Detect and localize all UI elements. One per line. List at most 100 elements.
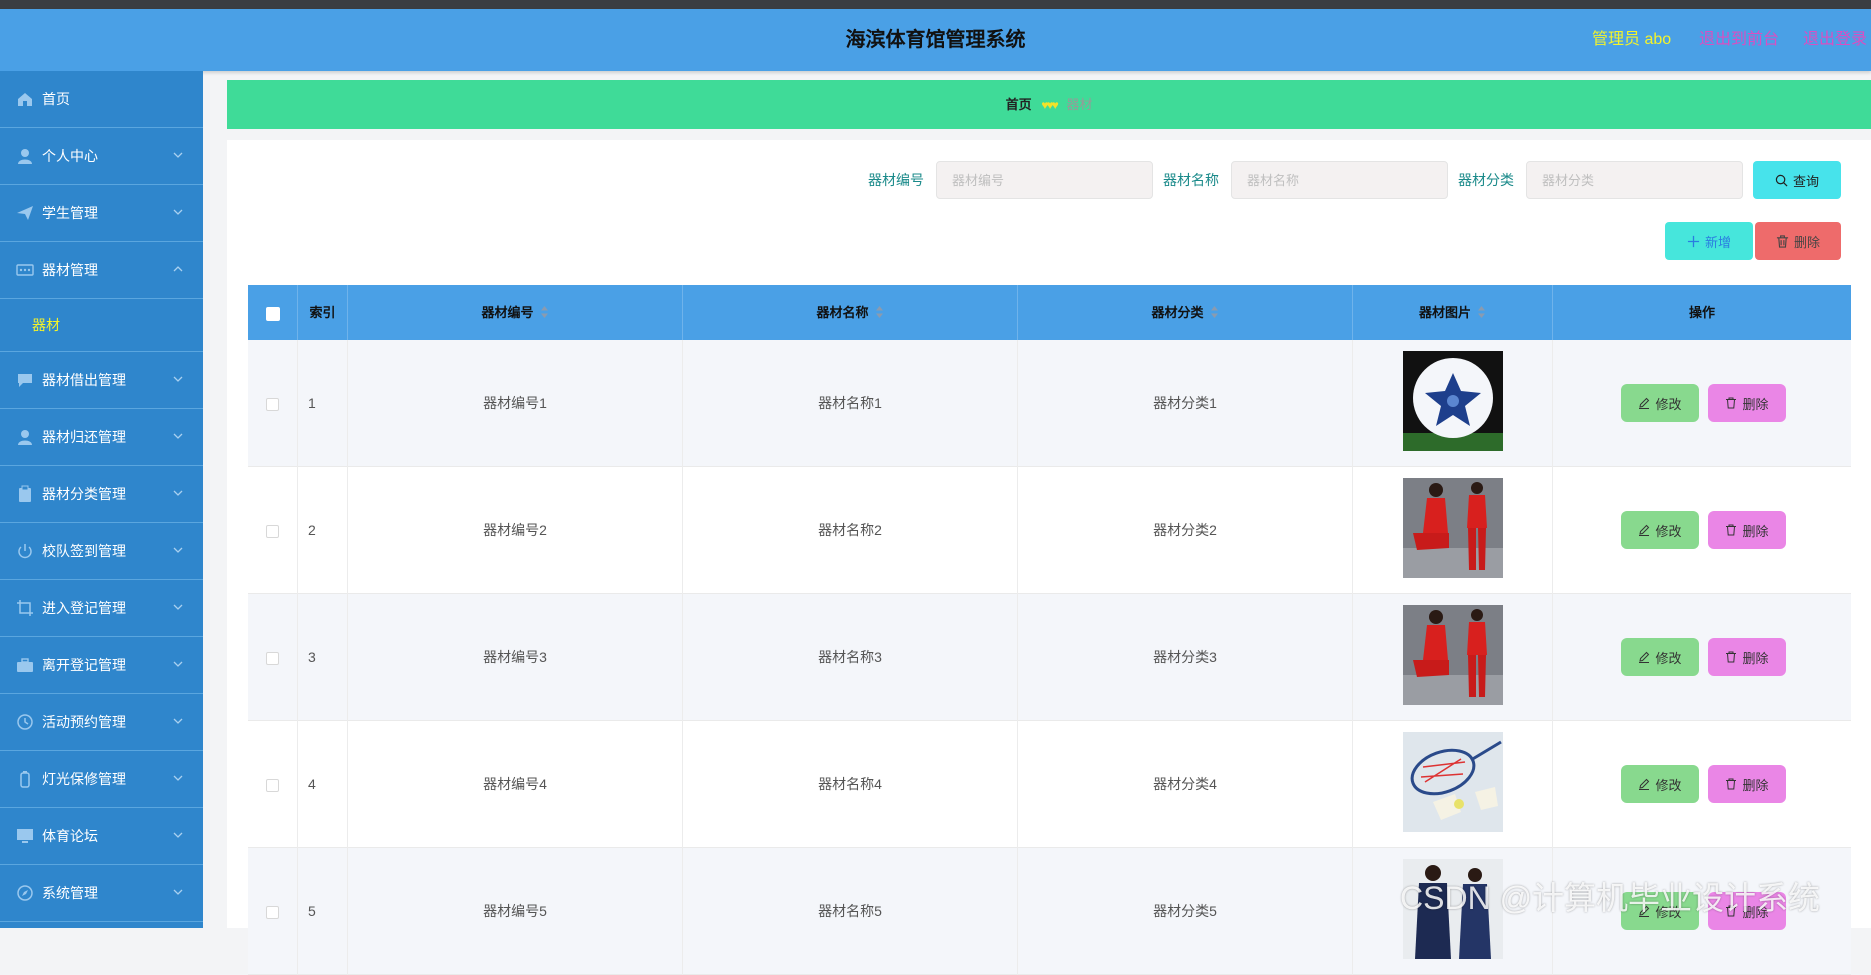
row-checkbox[interactable] [266, 524, 279, 538]
column-header-image[interactable]: 器材图片 [1353, 285, 1553, 340]
category-cell: 器材分类3 [1018, 594, 1353, 721]
equipment-category-label: 器材分类 [1458, 172, 1514, 188]
sidebar-item-light-repair[interactable]: 灯光保修管理 [0, 751, 203, 808]
code-cell: 器材编号2 [348, 467, 683, 594]
query-button-label: 查询 [1792, 173, 1819, 189]
sidebar-item-system[interactable]: 系统管理 [0, 865, 203, 922]
red-tracksuit-image[interactable] [1403, 478, 1503, 578]
index-cell: 3 [298, 594, 348, 721]
sidebar-item-team-signin[interactable]: 校队签到管理 [0, 523, 203, 580]
exit-to-front-link[interactable]: 退出到前台 [1699, 9, 1779, 71]
delete-button[interactable]: 删除 [1708, 765, 1786, 803]
query-button[interactable]: 查询 [1753, 161, 1841, 199]
sidebar-item-entry-log[interactable]: 进入登记管理 [0, 580, 203, 637]
delete-button[interactable]: 删除 [1708, 638, 1786, 676]
row-select-cell [248, 721, 298, 848]
trash-icon [1726, 397, 1737, 409]
red-tracksuit-image[interactable] [1403, 605, 1503, 705]
code-cell: 器材编号5 [348, 848, 683, 975]
add-button-label: 新增 [1704, 234, 1731, 250]
soccer-ball-image[interactable] [1403, 351, 1503, 451]
badminton-image[interactable] [1403, 732, 1503, 832]
batch-delete-button[interactable]: 删除 [1755, 222, 1841, 260]
chevron-down-icon [173, 889, 183, 895]
delete-button[interactable]: 删除 [1708, 384, 1786, 422]
edit-button[interactable]: 修改 [1621, 638, 1699, 676]
sidebar-item-label: 灯光保修管理 [42, 771, 126, 787]
sidebar-item-returns[interactable]: 器材归还管理 [0, 409, 203, 466]
watermark: CSDN @计算机毕业设计系统 [1400, 880, 1821, 916]
plus-icon [1687, 235, 1700, 247]
equipment-name-input[interactable] [1231, 161, 1448, 199]
clipboard-icon [19, 485, 31, 502]
chevron-down-icon [173, 433, 183, 439]
select-all-checkbox[interactable] [265, 306, 280, 321]
sort-icon [875, 306, 883, 318]
edit-button[interactable]: 修改 [1621, 384, 1699, 422]
sort-icon [1478, 306, 1485, 318]
row-checkbox[interactable] [266, 651, 279, 665]
delete-button-label: 删除 [1742, 523, 1769, 539]
breadcrumb-home[interactable]: 首页 [1006, 97, 1032, 112]
suitcase-icon [17, 658, 33, 672]
row-checkbox[interactable] [266, 397, 279, 411]
window-top-strip [0, 0, 1871, 9]
edit-button[interactable]: 修改 [1621, 765, 1699, 803]
chevron-down-icon [173, 490, 183, 496]
table-header: 索引 器材编号 器材名称 器材分类 器材图片 操作 [248, 285, 1851, 340]
sidebar: 首页 个人中心 学生管理 器材管理 器材 器材借出管理 器材归还管理 器材分类管… [0, 71, 203, 928]
chevron-down-icon [173, 152, 183, 158]
trash-icon [1776, 234, 1789, 248]
image-cell [1353, 467, 1553, 594]
chat-dots-icon [16, 264, 34, 276]
home-icon [18, 93, 32, 106]
send-icon [17, 206, 33, 220]
row-checkbox[interactable] [266, 905, 279, 919]
category-cell: 器材分类4 [1018, 721, 1353, 848]
edit-icon [1639, 778, 1650, 790]
edit-button[interactable]: 修改 [1621, 511, 1699, 549]
code-cell: 器材编号4 [348, 721, 683, 848]
sidebar-item-students[interactable]: 学生管理 [0, 185, 203, 242]
add-button[interactable]: 新增 [1665, 222, 1753, 260]
row-checkbox[interactable] [266, 778, 279, 792]
delete-button-label: 删除 [1742, 777, 1769, 793]
search-icon [1775, 174, 1788, 186]
actions-cell: 修改 删除 [1553, 467, 1851, 594]
sidebar-item-equipment[interactable]: 器材管理 [0, 242, 203, 299]
column-header-category[interactable]: 器材分类 [1018, 285, 1353, 340]
edit-icon [1639, 524, 1650, 536]
equipment-code-input[interactable] [936, 161, 1153, 199]
sidebar-item-activity-booking[interactable]: 活动预约管理 [0, 694, 203, 751]
user-icon [18, 430, 32, 445]
sidebar-item-profile[interactable]: 个人中心 [0, 128, 203, 185]
code-cell: 器材编号3 [348, 594, 683, 721]
sidebar-item-forum[interactable]: 体育论坛 [0, 808, 203, 865]
clock-icon [17, 714, 33, 730]
logout-link[interactable]: 退出登录 [1803, 9, 1867, 71]
delete-button[interactable]: 删除 [1708, 511, 1786, 549]
monitor-icon [17, 829, 33, 843]
batch-delete-button-label: 删除 [1793, 234, 1820, 250]
sidebar-item-label: 器材借出管理 [42, 372, 126, 388]
breadcrumb-current: 器材 [1066, 97, 1093, 112]
sidebar-item-categories[interactable]: 器材分类管理 [0, 466, 203, 523]
column-header-name[interactable]: 器材名称 [683, 285, 1018, 340]
image-cell [1353, 340, 1553, 467]
sidebar-item-exit-log[interactable]: 离开登记管理 [0, 637, 203, 694]
name-cell: 器材名称4 [683, 721, 1018, 848]
user-icon [18, 149, 32, 164]
column-header-code[interactable]: 器材编号 [348, 285, 683, 340]
compass-icon [17, 885, 33, 901]
breadcrumb: 首页 ♥♥♥ 器材 [227, 80, 1871, 129]
edit-icon [1639, 397, 1650, 409]
column-header-index: 索引 [298, 285, 348, 340]
name-cell: 器材名称2 [683, 467, 1018, 594]
chevron-down-icon [173, 832, 183, 838]
chevron-down-icon [173, 376, 183, 382]
sidebar-item-lending[interactable]: 器材借出管理 [0, 352, 203, 409]
sidebar-subitem-equipment[interactable]: 器材 [0, 299, 203, 352]
equipment-category-input[interactable] [1526, 161, 1743, 199]
sidebar-item-label: 体育论坛 [42, 828, 98, 844]
sidebar-item-home[interactable]: 首页 [0, 71, 203, 128]
